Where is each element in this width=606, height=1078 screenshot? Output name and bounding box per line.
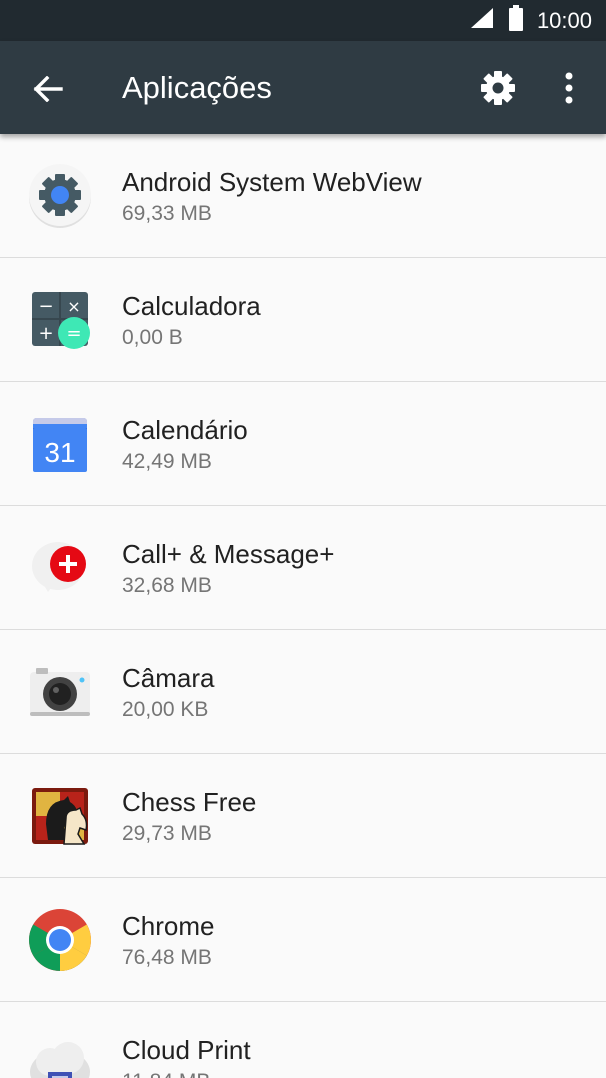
chrome-icon — [28, 908, 92, 972]
list-item-call-message[interactable]: Call+ & Message+ 32,68 MB — [0, 506, 606, 630]
app-size: 20,00 KB — [122, 698, 209, 721]
app-size: 11,84 MB — [122, 1070, 210, 1078]
calendar-icon: 31 — [28, 412, 92, 476]
list-item-chess-free[interactable]: Chess Free 29,73 MB — [0, 754, 606, 878]
more-options-button[interactable] — [552, 68, 586, 108]
list-item-calculadora[interactable]: − × + = Calculadora 0,00 B — [0, 258, 606, 382]
app-name: Android System WebView — [122, 167, 422, 197]
app-name: Call+ & Message+ — [122, 539, 335, 569]
list-item-calendario[interactable]: 31 Calendário 42,49 MB — [0, 382, 606, 506]
app-name: Chrome — [122, 911, 215, 941]
app-size: 0,00 B — [122, 326, 183, 349]
app-size: 32,68 MB — [122, 574, 212, 597]
app-name: Cloud Print — [122, 1035, 251, 1065]
app-size: 29,73 MB — [122, 822, 212, 845]
list-item-camara[interactable]: Câmara 20,00 KB — [0, 630, 606, 754]
back-button[interactable] — [28, 69, 68, 109]
settings-button[interactable] — [478, 68, 518, 108]
app-size: 69,33 MB — [122, 202, 212, 225]
more-vert-icon — [565, 72, 573, 104]
list-item-cloud-print[interactable]: Cloud Print 11,84 MB — [0, 1002, 606, 1078]
app-size: 42,49 MB — [122, 450, 212, 473]
app-bar: Aplicações — [0, 41, 606, 134]
signal-icon — [469, 6, 495, 35]
chess-icon — [28, 784, 92, 848]
list-item-android-system-webview[interactable]: Android System WebView 69,33 MB — [0, 134, 606, 258]
app-list: Android System WebView 69,33 MB − × + = … — [0, 134, 606, 1078]
webview-gear-icon — [28, 164, 92, 228]
gear-icon — [481, 71, 515, 105]
call-plus-icon — [28, 536, 92, 600]
status-icons: 10:00 — [469, 0, 592, 41]
camera-icon — [28, 660, 92, 724]
cloud-print-icon — [28, 1032, 92, 1078]
back-arrow-icon — [33, 76, 63, 102]
status-bar: 10:00 — [0, 0, 606, 41]
svg-text:=: = — [66, 323, 81, 344]
svg-text:×: × — [67, 297, 80, 316]
svg-text:−: − — [38, 296, 53, 317]
app-size: 76,48 MB — [122, 946, 212, 969]
svg-text:31: 31 — [44, 437, 75, 468]
app-name: Chess Free — [122, 787, 257, 817]
page-title: Aplicações — [122, 70, 272, 105]
clock: 10:00 — [536, 7, 592, 33]
svg-text:+: + — [38, 323, 53, 344]
app-name: Câmara — [122, 663, 215, 693]
app-name: Calendário — [122, 415, 248, 445]
calculator-icon: − × + = — [28, 288, 92, 352]
app-name: Calculadora — [122, 291, 261, 321]
list-item-chrome[interactable]: Chrome 76,48 MB — [0, 878, 606, 1002]
battery-icon — [508, 5, 523, 36]
